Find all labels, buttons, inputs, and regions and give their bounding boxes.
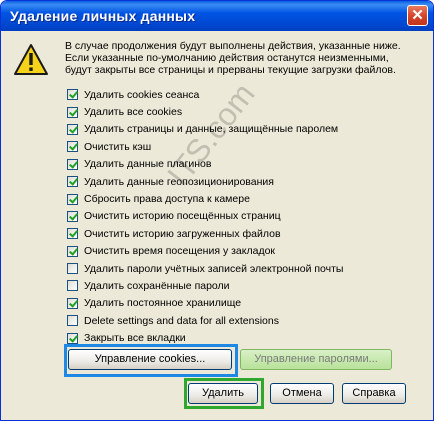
option-row[interactable]: Очистить время посещения у закладок xyxy=(67,243,343,260)
checkbox[interactable] xyxy=(67,141,78,153)
checkbox[interactable] xyxy=(67,210,78,222)
checkbox[interactable] xyxy=(67,280,78,292)
close-button[interactable]: ✕ xyxy=(407,5,428,26)
checkbox[interactable] xyxy=(67,158,78,170)
checkbox[interactable] xyxy=(67,89,78,101)
help-button[interactable]: Справка xyxy=(342,383,406,404)
dialog-window: Удаление личных данных ✕ В случае продол… xyxy=(0,0,434,421)
warning-message: В случае продолжения будут выполнены дей… xyxy=(65,40,415,76)
checkbox[interactable] xyxy=(67,297,78,309)
option-row[interactable]: Delete settings and data for all extensi… xyxy=(67,312,343,329)
option-label: Удалить страницы и данные, защищённые па… xyxy=(84,123,339,136)
cancel-button[interactable]: Отмена xyxy=(270,383,334,404)
window-title: Удаление личных данных xyxy=(10,8,196,24)
option-label: Закрыть все вкладки xyxy=(84,332,186,345)
option-label: Очистить кэш xyxy=(84,140,152,153)
option-label: Удалить сохранённые пароли xyxy=(84,279,230,292)
option-row[interactable]: Удалить страницы и данные, защищённые па… xyxy=(67,121,343,138)
option-row[interactable]: Очистить кэш xyxy=(67,138,343,155)
option-label: Удалить постоянное хранилище xyxy=(84,297,242,310)
option-row[interactable]: Удалить пароли учётных записей электронн… xyxy=(67,260,343,277)
option-label: Удалить cookies сеанса xyxy=(84,88,200,101)
warning-triangle-icon xyxy=(14,44,48,75)
checkbox[interactable] xyxy=(67,315,78,327)
checkbox[interactable] xyxy=(67,106,78,118)
checkbox[interactable] xyxy=(67,176,78,188)
option-label: Удалить пароли учётных записей электронн… xyxy=(84,262,344,275)
warning-line: Если указанные по-умолчанию действия ост… xyxy=(65,52,389,64)
manage-passwords-button[interactable]: Управление паролями... xyxy=(240,349,392,370)
option-label: Delete settings and data for all extensi… xyxy=(84,314,279,327)
option-row[interactable]: Очистить историю загруженных файлов xyxy=(67,225,343,242)
option-row[interactable]: Очистить историю посещённых страниц xyxy=(67,208,343,225)
option-row[interactable]: Удалить данные плагинов xyxy=(67,156,343,173)
option-label: Очистить время посещения у закладок xyxy=(84,245,276,258)
option-row[interactable]: Сбросить права доступа к камере xyxy=(67,190,343,207)
options-list: Удалить cookies сеанса Удалить все cooki… xyxy=(67,86,343,347)
checkbox[interactable] xyxy=(67,123,78,135)
option-row[interactable]: Удалить постоянное хранилище xyxy=(67,295,343,312)
checkbox[interactable] xyxy=(67,228,78,240)
option-label: Удалить данные плагинов xyxy=(84,158,212,171)
warning-line: будут закрыты все страницы и прерваны те… xyxy=(65,64,396,76)
title-bar[interactable]: Удаление личных данных ✕ xyxy=(1,1,433,31)
checkbox[interactable] xyxy=(67,332,78,344)
option-row[interactable]: Удалить данные геопозиционирования xyxy=(67,173,343,190)
option-label: Сбросить права доступа к камере xyxy=(84,193,250,206)
checkbox[interactable] xyxy=(67,263,78,275)
option-label: Удалить данные геопозиционирования xyxy=(84,175,274,188)
option-label: Очистить историю загруженных файлов xyxy=(84,227,281,240)
option-label: Удалить все cookies xyxy=(84,106,183,119)
option-row[interactable]: Удалить cookies сеанса xyxy=(67,86,343,103)
option-row[interactable]: Удалить сохранённые пароли xyxy=(67,277,343,294)
checkbox[interactable] xyxy=(67,193,78,205)
checkbox[interactable] xyxy=(67,245,78,257)
dialog-body: В случае продолжения будут выполнены дей… xyxy=(4,31,430,417)
warning-line: В случае продолжения будут выполнены дей… xyxy=(65,40,401,52)
delete-button[interactable]: Удалить xyxy=(188,383,258,404)
option-row[interactable]: Удалить все cookies xyxy=(67,103,343,120)
option-label: Очистить историю посещённых страниц xyxy=(84,210,281,223)
manage-cookies-button[interactable]: Управление cookies... xyxy=(68,349,232,370)
close-icon: ✕ xyxy=(411,7,424,24)
